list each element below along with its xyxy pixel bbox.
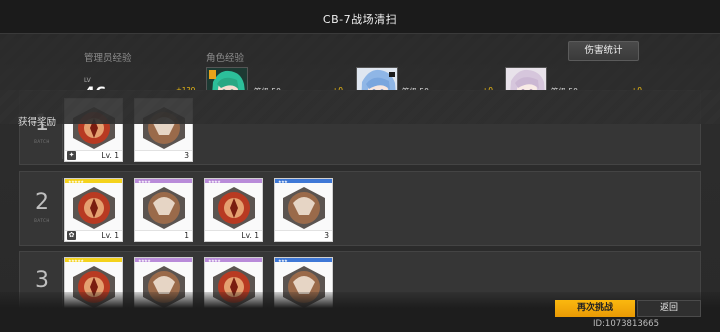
flower-icon: ✿: [67, 231, 76, 240]
rarity-stars: ★★★★★: [68, 179, 84, 184]
batch-number-3: 3: [35, 268, 49, 293]
item-quantity: 3: [184, 151, 189, 160]
item-caption-bar: ✿ Lv. 1: [65, 230, 122, 241]
red-gear-icon: [209, 185, 259, 231]
rarity-stars: ★★★★★: [68, 258, 84, 263]
reward-item[interactable]: ★★★★ Lv. 1: [204, 178, 263, 242]
scroll-mask: [0, 90, 720, 124]
item-quantity: 1: [184, 231, 189, 240]
bronze-gear-icon: [139, 185, 189, 231]
rarity-stars: ★★★★: [208, 179, 221, 184]
batch-number-2: 2: [35, 190, 49, 215]
item-caption-bar: 3: [275, 230, 332, 241]
item-quantity: 3: [324, 231, 329, 240]
item-caption-bar: Lv. 1: [205, 230, 262, 241]
reward-item[interactable]: ★★★★★ ✿ Lv. 1: [64, 178, 123, 242]
item-caption-bar: 1: [135, 230, 192, 241]
commander-exp-label: 管理员经验: [84, 53, 132, 64]
item-caption-bar: 3: [135, 150, 192, 161]
reward-item[interactable]: ★★★ 3: [274, 178, 333, 242]
item-caption-bar: ✦ Lv. 1: [65, 150, 122, 161]
rewards-label-overlay: 获得奖励: [18, 117, 57, 128]
rarity-stars: ★★★★: [208, 258, 221, 263]
red-gear-icon: [69, 185, 119, 231]
rarity-stars: ★★★: [278, 258, 288, 263]
rarity-stars: ★★★★: [138, 179, 151, 184]
battle-sweep-result-screen: CB-7战场清扫 管理员经验 角色经验 伤害统计 LV 46 +120 等级 5…: [0, 0, 720, 332]
bronze-gear-icon: [279, 185, 329, 231]
user-id: ID:1073813665: [593, 319, 659, 329]
rarity-stars: ★★★: [278, 179, 288, 184]
page-title: CB-7战场清扫: [322, 13, 398, 26]
item-level: Lv. 1: [101, 231, 119, 240]
title-bar: CB-7战场清扫: [0, 0, 720, 34]
damage-stats-button[interactable]: 伤害统计: [568, 41, 639, 61]
batch-divider: [62, 178, 63, 240]
challenge-again-button[interactable]: 再次挑战: [555, 300, 635, 317]
item-level: Lv. 1: [101, 151, 119, 160]
reward-item[interactable]: ★★★★ 1: [134, 178, 193, 242]
chip-icon: ✦: [67, 151, 76, 160]
batch-sublabel: BATCH: [34, 139, 50, 144]
back-button[interactable]: 返回: [637, 300, 701, 317]
batch-row-2: 2 BATCH ★★★★★ ✿ Lv. 1 ★★★★ 1 ★★★★ Lv. 1 …: [19, 171, 701, 246]
rarity-stars: ★★★★: [138, 258, 151, 263]
item-level: Lv. 1: [241, 231, 259, 240]
character-exp-label: 角色经验: [206, 53, 245, 64]
batch-sublabel: BATCH: [34, 218, 50, 223]
